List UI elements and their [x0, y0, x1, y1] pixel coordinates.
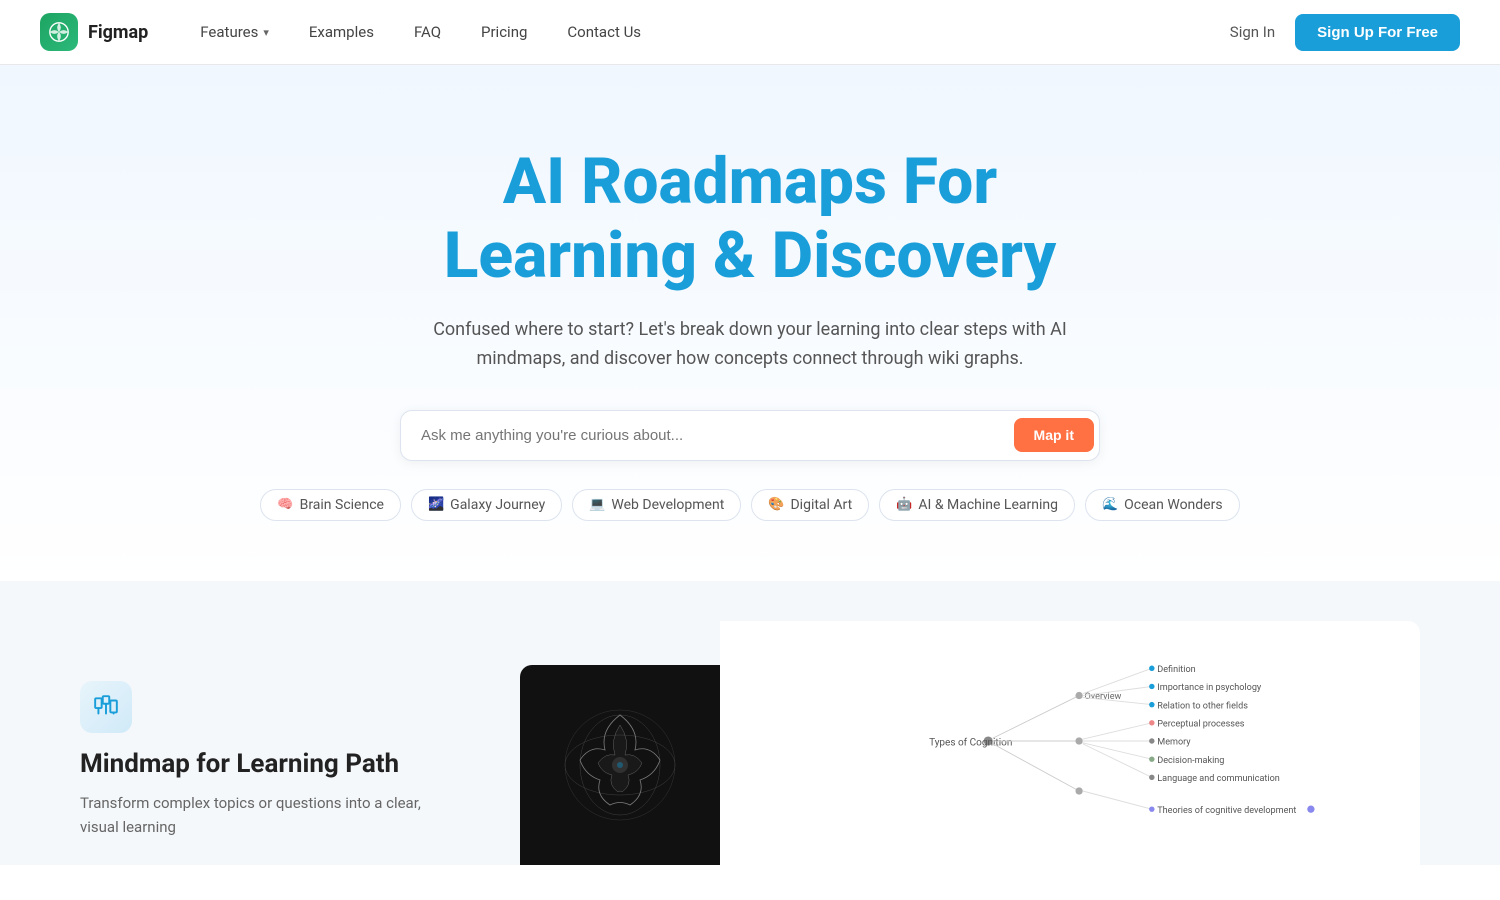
end-dot: [1307, 805, 1314, 812]
imp-label: Importance in psychology: [1157, 683, 1262, 693]
tag-brain-science[interactable]: 🧠 Brain Science: [260, 489, 401, 521]
feature-title: Mindmap for Learning Path: [80, 749, 460, 779]
rel-label: Relation to other fields: [1157, 701, 1248, 711]
galaxy-icon: 🌌: [428, 497, 444, 512]
lower-node: [1075, 787, 1082, 794]
def-label: Definition: [1157, 665, 1195, 675]
search-container: Map it: [400, 410, 1100, 461]
search-input[interactable]: [400, 410, 1100, 461]
tag-label: Web Development: [611, 497, 724, 513]
tag-label: Digital Art: [790, 497, 852, 513]
tags-container: 🧠 Brain Science 🌌 Galaxy Journey 💻 Web D…: [260, 489, 1239, 521]
brain-icon: 🧠: [277, 497, 293, 512]
tag-label: Galaxy Journey: [450, 497, 545, 513]
nav-pricing[interactable]: Pricing: [461, 0, 547, 65]
chevron-down-icon: ▾: [263, 26, 269, 39]
tag-ocean-wonders[interactable]: 🌊 Ocean Wonders: [1085, 489, 1240, 521]
hero-subtitle: Confused where to start? Let's break dow…: [430, 316, 1070, 374]
sign-up-button[interactable]: Sign Up For Free: [1295, 14, 1460, 51]
decision-label: Decision-making: [1157, 756, 1224, 766]
memory-label: Memory: [1157, 737, 1191, 747]
memory-node: [1149, 738, 1154, 743]
mindmap-diagram: Types of Cognition Overview Definition I…: [720, 621, 1420, 865]
tag-label: Ocean Wonders: [1124, 497, 1222, 513]
hero-section: AI Roadmaps For Learning & Discovery Con…: [0, 65, 1500, 581]
hero-title: AI Roadmaps For Learning & Discovery: [444, 145, 1056, 292]
nav-features[interactable]: Features ▾: [180, 0, 289, 65]
types-node: [1075, 737, 1082, 744]
lang-label: Language and communication: [1157, 774, 1280, 784]
tag-ai-ml[interactable]: 🤖 AI & Machine Learning: [879, 489, 1075, 521]
sign-in-link[interactable]: Sign In: [1230, 23, 1275, 41]
art-icon: 🎨: [768, 497, 784, 512]
nav-links: Features ▾ Examples FAQ Pricing Contact …: [180, 0, 661, 65]
web-icon: 💻: [589, 497, 605, 512]
tag-digital-art[interactable]: 🎨 Digital Art: [751, 489, 869, 521]
feature-desc: Transform complex topics or questions in…: [80, 791, 460, 839]
ocean-icon: 🌊: [1102, 497, 1118, 512]
def-node: [1149, 665, 1154, 670]
robot-icon: 🤖: [896, 497, 912, 512]
feature-description: Mindmap for Learning Path Transform comp…: [80, 621, 460, 839]
lang-node: [1149, 774, 1154, 779]
brand-name: Figmap: [88, 22, 148, 43]
nav-left: Figmap Features ▾ Examples FAQ Pricing C…: [40, 0, 661, 65]
nav-right: Sign In Sign Up For Free: [1230, 14, 1460, 51]
rel-node: [1149, 702, 1154, 707]
tag-label: AI & Machine Learning: [918, 497, 1058, 513]
nav-contact[interactable]: Contact Us: [547, 0, 661, 65]
feature-icon: [80, 681, 132, 733]
tag-label: Brain Science: [300, 497, 384, 513]
percept-node: [1149, 720, 1154, 725]
imp-node: [1149, 684, 1154, 689]
mindmap-preview: Types of Cognition Overview Definition I…: [520, 621, 1420, 865]
tag-galaxy-journey[interactable]: 🌌 Galaxy Journey: [411, 489, 562, 521]
map-it-button[interactable]: Map it: [1014, 418, 1094, 452]
theories-node: [1149, 806, 1154, 811]
theories-label: Theories of cognitive development: [1157, 806, 1296, 816]
nav-examples[interactable]: Examples: [289, 0, 394, 65]
nav-faq[interactable]: FAQ: [394, 0, 461, 65]
decision-node: [1149, 756, 1154, 761]
brand-logo-link[interactable]: Figmap: [40, 13, 148, 51]
percept-label: Perceptual processes: [1157, 719, 1245, 729]
brain-image: [520, 665, 720, 865]
brand-logo-icon: [40, 13, 78, 51]
tag-web-development[interactable]: 💻 Web Development: [572, 489, 741, 521]
center-label: Types of Cognition: [929, 736, 1012, 748]
overview-node: [1075, 692, 1082, 699]
lower-section: Mindmap for Learning Path Transform comp…: [0, 581, 1500, 865]
navbar: Figmap Features ▾ Examples FAQ Pricing C…: [0, 0, 1500, 65]
